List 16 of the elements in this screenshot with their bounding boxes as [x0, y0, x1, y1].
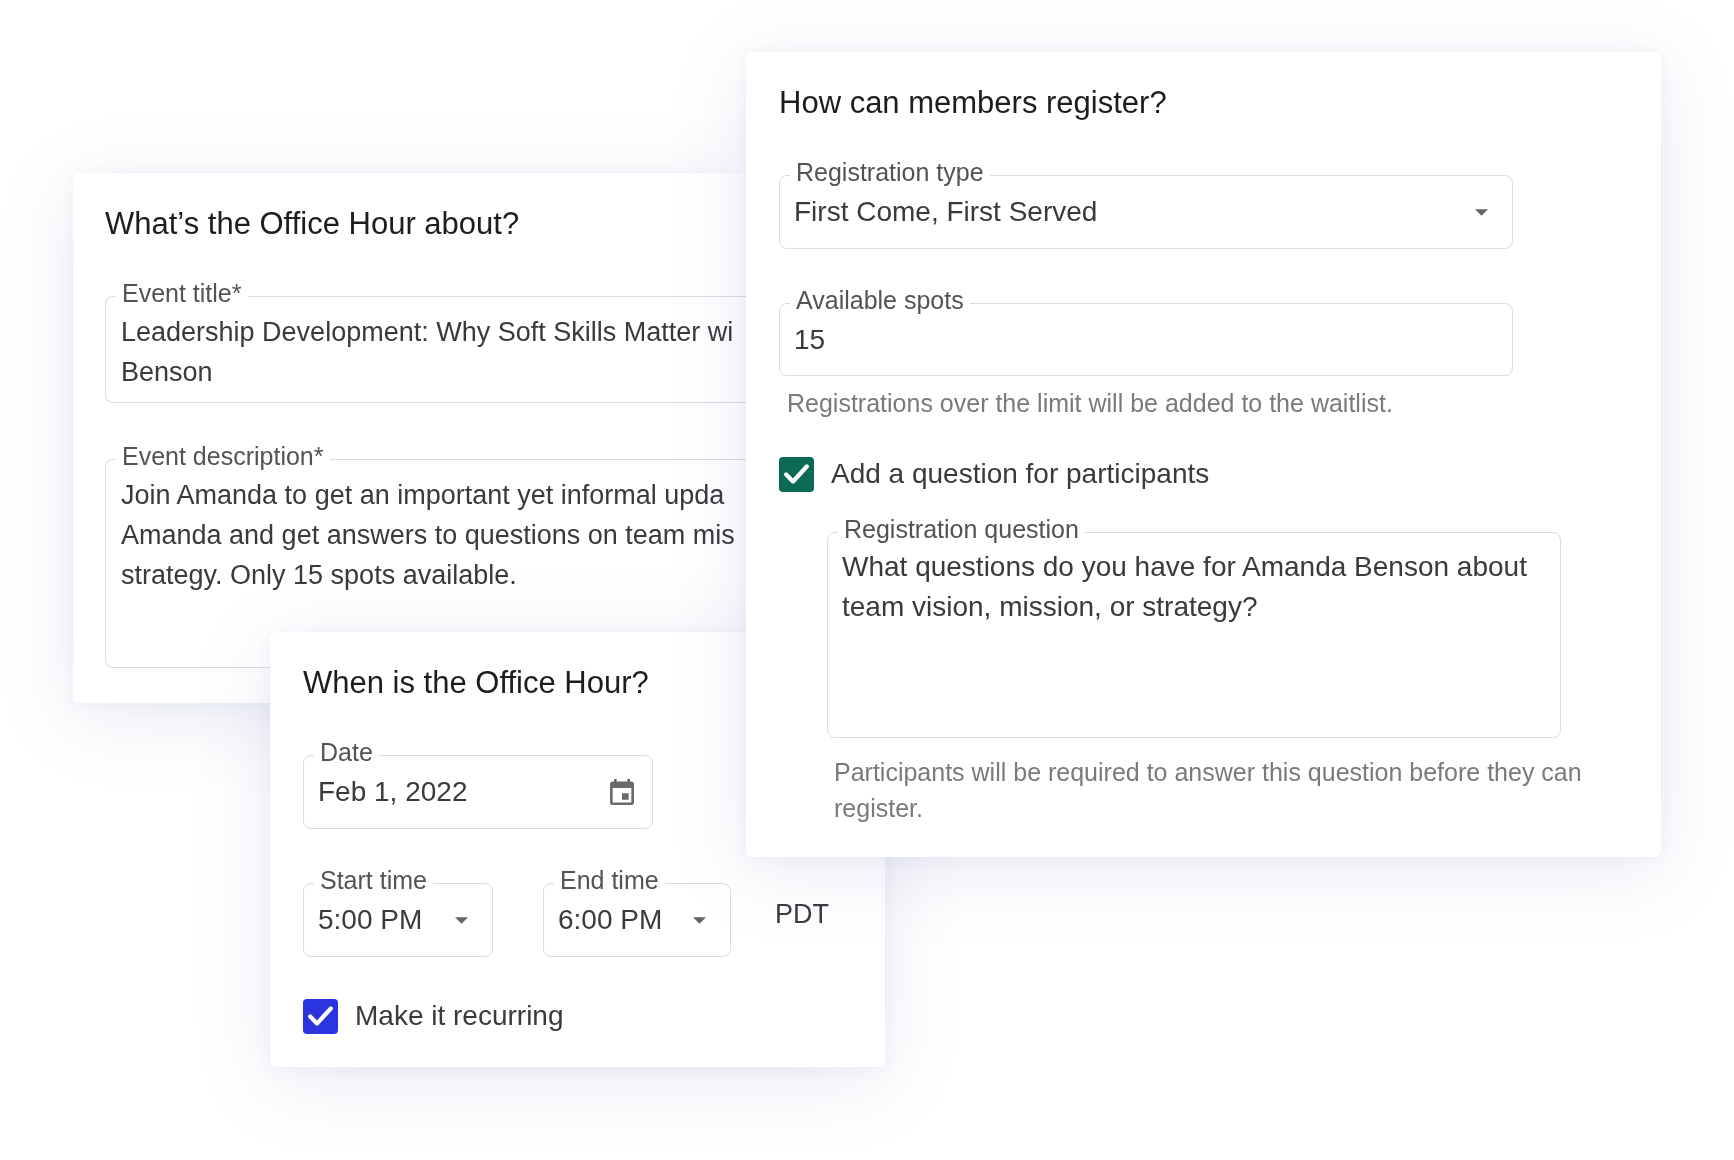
dropdown-caret-icon [455, 916, 468, 924]
checkmark-icon [784, 464, 809, 484]
checkbox[interactable] [303, 998, 338, 1034]
section-title: When is the Office Hour? [303, 664, 649, 702]
timezone-label: PDT [775, 898, 829, 931]
section-title: What’s the Office Hour about? [105, 205, 520, 243]
checkbox-label[interactable]: Add a question for participants [831, 456, 1210, 492]
dropdown-caret-icon [693, 916, 706, 924]
helper-text: Participants will be required to answer this question before they can register. [834, 757, 1583, 824]
helper-text: Registrations over the limit will be added to the waitlist. [787, 388, 1393, 418]
checkmark-icon [308, 1006, 333, 1026]
calendar-icon[interactable] [610, 779, 634, 805]
section-title: How can members register? [779, 84, 1167, 122]
checkbox[interactable] [779, 456, 814, 492]
checkbox-label[interactable]: Make it recurring [355, 998, 564, 1034]
dropdown-caret-icon [1475, 208, 1488, 216]
